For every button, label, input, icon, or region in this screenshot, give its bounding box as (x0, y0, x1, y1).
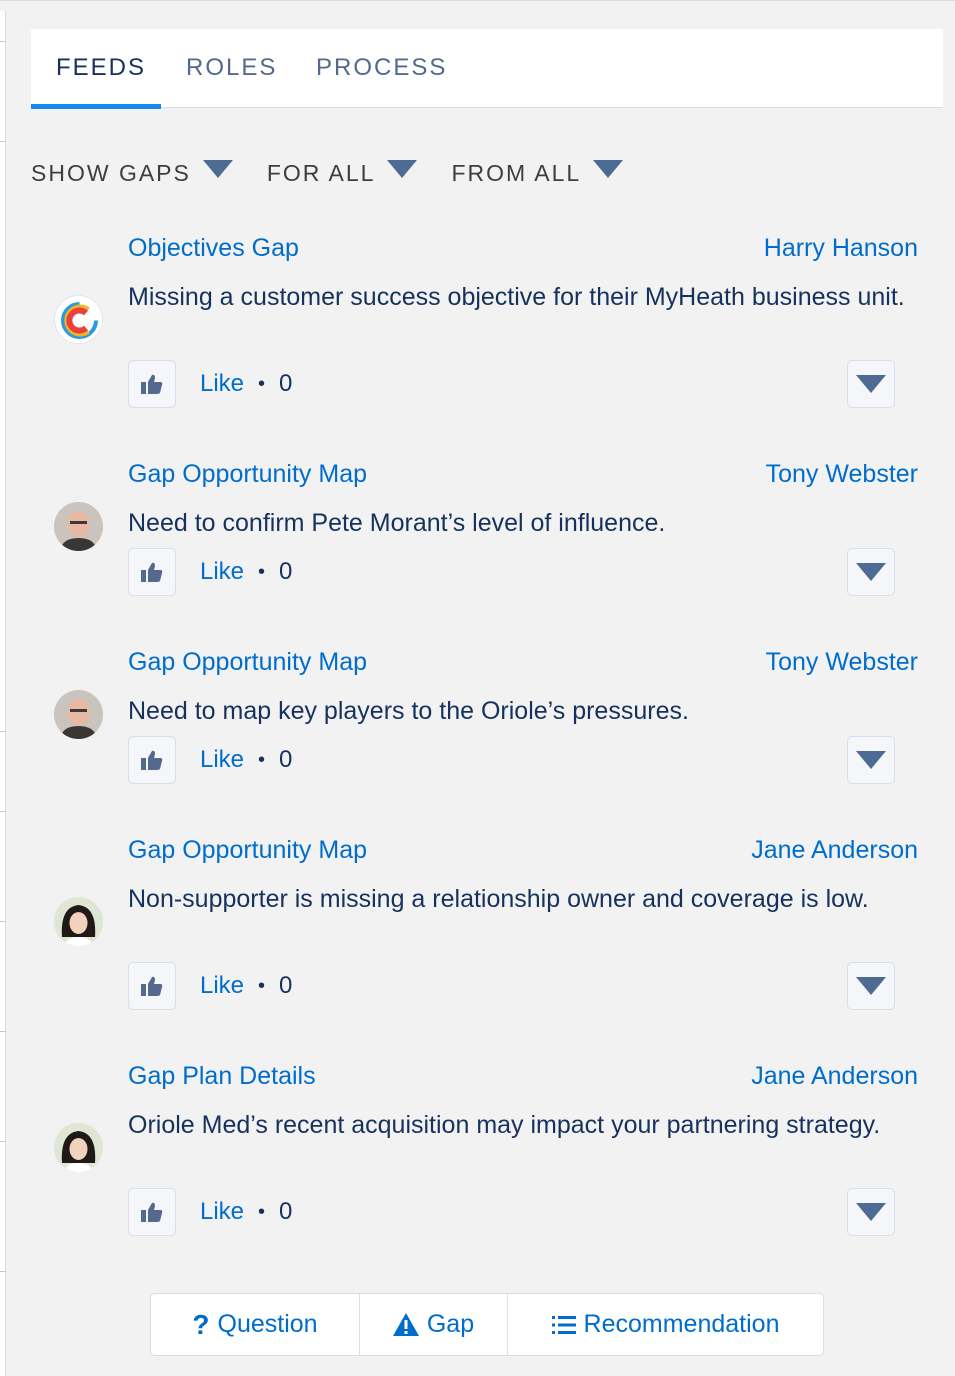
tab-feeds[interactable]: FEEDS (31, 29, 161, 109)
thumbs-up-icon (141, 976, 163, 996)
item-menu-button[interactable] (847, 736, 895, 784)
like-button[interactable] (128, 548, 176, 596)
feed-item-body: Need to confirm Pete Morant’s level of i… (128, 509, 666, 537)
recommendation-button[interactable]: Recommendation (508, 1294, 823, 1355)
feed-item: Gap Opportunity Map Tony Webster Need to… (0, 648, 955, 788)
item-menu-button[interactable] (847, 962, 895, 1010)
like-link[interactable]: Like (200, 370, 244, 398)
feed-item-title[interactable]: Objectives Gap (128, 234, 299, 263)
company-logo-icon (55, 296, 102, 343)
feed-item-body: Oriole Med’s recent acquisition may impa… (128, 1111, 881, 1139)
man-avatar (54, 690, 103, 739)
feed-item-author[interactable]: Jane Anderson (751, 836, 918, 865)
feed-item-body: Non-supporter is missing a relationship … (128, 885, 869, 913)
tab-roles[interactable]: ROLES (161, 29, 291, 108)
like-button[interactable] (128, 360, 176, 408)
like-button[interactable] (128, 736, 176, 784)
person-photo-icon (54, 502, 103, 551)
feed-item-body: Need to map key players to the Oriole’s … (128, 697, 689, 725)
man-avatar (54, 502, 103, 551)
like-count: 0 (279, 370, 293, 397)
separator-dot: • (258, 1200, 266, 1223)
separator-dot: • (258, 372, 266, 395)
question-icon: ? (192, 1308, 210, 1340)
feed-item-author[interactable]: Jane Anderson (751, 1062, 918, 1091)
caret-down-icon (593, 160, 624, 178)
feed-item-actions: Like • 0 (128, 736, 292, 784)
like-link[interactable]: Like (200, 1198, 244, 1226)
company-logo-avatar (54, 295, 103, 344)
publisher-action-group: ? Question Gap Recommendation (150, 1293, 824, 1356)
show-gaps-filter[interactable]: SHOW GAPS (31, 160, 233, 187)
like-link[interactable]: Like (200, 558, 244, 586)
tab-bar: FEEDS ROLES PROCESS (31, 29, 943, 109)
feed-item-body: Missing a customer success objective for… (128, 283, 905, 311)
feed-item-author[interactable]: Tony Webster (766, 648, 918, 677)
gap-button[interactable]: Gap (360, 1294, 508, 1355)
feed-panel: FEEDS ROLES PROCESS SHOW GAPS FOR ALL FR… (0, 0, 955, 1376)
separator-dot: • (258, 974, 266, 997)
thumbs-up-icon (141, 750, 163, 770)
feed-item-actions: Like • 0 (128, 962, 292, 1010)
recommendation-label: Recommendation (583, 1310, 780, 1338)
item-menu-button[interactable] (847, 548, 895, 596)
question-label: Question (217, 1310, 318, 1338)
feed-item-author[interactable]: Tony Webster (766, 460, 918, 489)
like-count: 0 (279, 558, 293, 585)
warning-icon (392, 1313, 419, 1336)
feed-item-title[interactable]: Gap Plan Details (128, 1062, 316, 1091)
for-all-label: FOR ALL (266, 159, 376, 186)
caret-down-icon (202, 160, 233, 178)
caret-down-icon (856, 563, 886, 581)
thumbs-up-icon (141, 1202, 163, 1222)
feed-item: Objectives Gap Harry Hanson Missing a cu… (0, 234, 955, 414)
feed-item-title[interactable]: Gap Opportunity Map (128, 460, 367, 489)
feed-item-actions: Like • 0 (128, 360, 292, 408)
like-button[interactable] (128, 962, 176, 1010)
caret-down-icon (856, 1203, 886, 1221)
feed-item-actions: Like • 0 (128, 548, 292, 596)
like-button[interactable] (128, 1188, 176, 1236)
person-photo-icon (54, 690, 103, 739)
list-icon (551, 1315, 576, 1335)
question-button[interactable]: ? Question (151, 1294, 360, 1355)
show-gaps-label: SHOW GAPS (31, 159, 191, 186)
caret-down-icon (856, 375, 886, 393)
caret-down-icon (387, 160, 418, 178)
tab-process[interactable]: PROCESS (291, 29, 447, 108)
for-all-filter[interactable]: FOR ALL (267, 160, 418, 187)
feed-item-title[interactable]: Gap Opportunity Map (128, 648, 367, 677)
thumbs-up-icon (141, 562, 163, 582)
separator-dot: • (258, 560, 266, 583)
filter-bar: SHOW GAPS FOR ALL FROM ALL (31, 153, 657, 193)
from-all-filter[interactable]: FROM ALL (451, 159, 624, 187)
feed-item: Gap Plan Details Jane Anderson Oriole Me… (0, 1062, 955, 1242)
separator-dot: • (258, 748, 266, 771)
feed-item-author[interactable]: Harry Hanson (764, 234, 918, 263)
woman-avatar (54, 1123, 103, 1172)
feed-item: Gap Opportunity Map Tony Webster Need to… (0, 460, 955, 600)
caret-down-icon (856, 751, 886, 769)
feed-item-title[interactable]: Gap Opportunity Map (128, 836, 367, 865)
like-count: 0 (279, 972, 293, 999)
like-link[interactable]: Like (200, 972, 244, 1000)
feed-item: Gap Opportunity Map Jane Anderson Non-su… (0, 836, 955, 1016)
woman-avatar (54, 897, 103, 946)
thumbs-up-icon (141, 374, 163, 394)
caret-down-icon (856, 977, 886, 995)
like-count: 0 (279, 1198, 293, 1225)
feed-item-actions: Like • 0 (128, 1188, 292, 1236)
person-photo-icon (54, 897, 103, 946)
gap-label: Gap (426, 1310, 475, 1338)
from-all-label: FROM ALL (451, 159, 582, 186)
like-count: 0 (279, 746, 293, 773)
person-photo-icon (54, 1123, 103, 1172)
item-menu-button[interactable] (847, 360, 895, 408)
like-link[interactable]: Like (200, 746, 244, 774)
item-menu-button[interactable] (847, 1188, 895, 1236)
